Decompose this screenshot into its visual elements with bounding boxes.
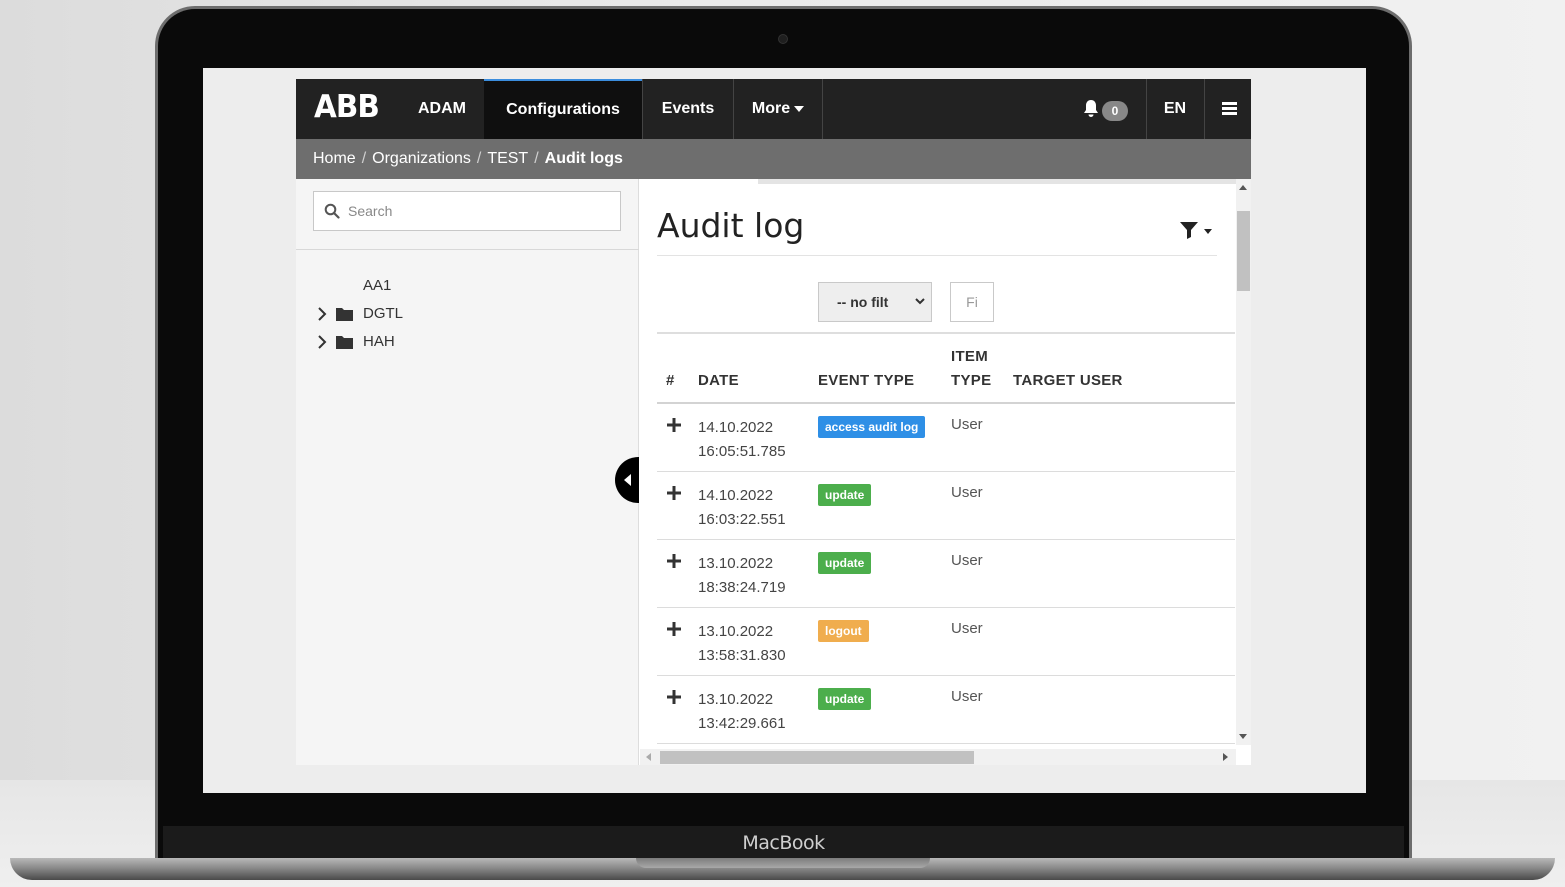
row-date: 13.10.2022: [698, 623, 774, 640]
event-type-badge: access audit log: [818, 416, 926, 438]
search-box[interactable]: [313, 191, 621, 231]
scroll-up-arrow-icon[interactable]: [1239, 185, 1247, 190]
laptop-base-notch: [636, 858, 930, 868]
notification-count-badge: 0: [1102, 101, 1128, 121]
tree-item-label: HAH: [363, 333, 395, 350]
laptop-screen: ABB ADAM Configurations Events More 0 EN: [203, 68, 1366, 793]
caret-down-icon: [794, 105, 805, 112]
column-header-event-type[interactable]: EVENT TYPE: [818, 372, 914, 389]
collapse-sidebar-button[interactable]: [615, 457, 639, 503]
table-top-border: [657, 332, 1235, 334]
nav-item-adam[interactable]: ADAM: [404, 79, 480, 139]
sidebar-divider: [296, 249, 639, 250]
language-selector[interactable]: EN: [1147, 79, 1203, 139]
row-item-type: User: [951, 688, 983, 705]
event-type-badge: update: [818, 484, 872, 506]
row-datetime: 13.10.2022 13:42:29.661: [698, 688, 786, 736]
row-datetime: 14.10.2022 16:05:51.785: [698, 416, 786, 464]
row-datetime: 13.10.2022 13:58:31.830: [698, 620, 786, 668]
chevron-down-icon: [915, 298, 925, 305]
expand-plus-icon[interactable]: [667, 690, 681, 704]
hamburger-menu-icon[interactable]: [1222, 102, 1237, 116]
column-header-date[interactable]: DATE: [698, 372, 739, 389]
chevron-right-icon[interactable]: [316, 335, 328, 349]
vertical-scrollbar[interactable]: [1236, 179, 1251, 745]
table-row[interactable]: 13.10.2022 13:42:29.661 update User: [657, 676, 1235, 744]
caret-down-icon[interactable]: [1204, 229, 1212, 234]
breadcrumb-audit-logs: Audit logs: [544, 150, 623, 167]
search-icon: [324, 203, 340, 219]
abb-logo[interactable]: ABB: [314, 89, 380, 125]
row-date: 14.10.2022: [698, 487, 774, 504]
folder-icon: [336, 308, 353, 321]
breadcrumb: Home / Organizations / TEST / Audit logs: [296, 139, 1251, 179]
nav-item-configurations[interactable]: Configurations: [484, 79, 642, 139]
title-divider: [657, 255, 1217, 256]
filter-icon[interactable]: [1179, 221, 1199, 239]
row-time: 16:05:51.785: [698, 443, 786, 460]
camera-icon: [778, 34, 788, 44]
content-top-border: [758, 179, 1251, 184]
nav-item-more[interactable]: More: [734, 79, 822, 139]
row-date: 13.10.2022: [698, 555, 774, 572]
row-item-type: User: [951, 484, 983, 501]
horizontal-scrollbar[interactable]: [640, 749, 1236, 765]
nav-separator: [822, 79, 823, 139]
tree-item-label: DGTL: [363, 305, 404, 322]
expand-plus-icon[interactable]: [667, 622, 681, 636]
filter-button[interactable]: Fi: [950, 282, 994, 322]
row-date: 13.10.2022: [698, 691, 774, 708]
page-title: Audit log: [657, 206, 805, 245]
top-navbar: ABB ADAM Configurations Events More 0 EN: [296, 79, 1251, 139]
event-filter-select[interactable]: -- no filt: [818, 282, 932, 322]
scrollbar-thumb[interactable]: [660, 751, 974, 764]
column-header-number: #: [666, 372, 675, 389]
search-input[interactable]: [348, 200, 608, 222]
event-type-badge: update: [818, 688, 872, 710]
scroll-down-arrow-icon[interactable]: [1239, 734, 1247, 739]
sidebar: AA1 DGTL HAH: [296, 179, 639, 765]
folder-icon: [336, 336, 353, 349]
event-type-badge: logout: [818, 620, 869, 642]
column-header-item-type-line2[interactable]: TYPE: [951, 372, 991, 389]
breadcrumb-test[interactable]: TEST: [487, 150, 528, 167]
expand-plus-icon[interactable]: [667, 418, 681, 432]
expand-plus-icon[interactable]: [667, 486, 681, 500]
nav-item-events[interactable]: Events: [643, 79, 733, 139]
row-time: 16:03:22.551: [698, 511, 786, 528]
device-label: MacBook: [742, 832, 825, 854]
row-item-type: User: [951, 552, 983, 569]
table-row[interactable]: 13.10.2022 13:58:31.830 logout User: [657, 608, 1235, 676]
column-header-target-user[interactable]: TARGET USER: [1013, 372, 1123, 389]
expand-plus-icon[interactable]: [667, 554, 681, 568]
row-time: 13:58:31.830: [698, 647, 786, 664]
app-window: ABB ADAM Configurations Events More 0 EN: [296, 79, 1251, 765]
table-row[interactable]: 14.10.2022 16:05:51.785 access audit log Us…: [657, 404, 1235, 472]
row-time: 18:38:24.719: [698, 579, 786, 596]
breadcrumb-organizations[interactable]: Organizations: [372, 150, 471, 167]
row-time: 13:42:29.661: [698, 715, 786, 732]
tree-item-label: AA1: [363, 277, 392, 294]
chevron-right-icon[interactable]: [316, 307, 328, 321]
main-content: Audit log -- no filt Fi # DATE EVENT TYP…: [640, 179, 1251, 765]
bell-icon[interactable]: [1082, 99, 1100, 119]
column-header-item-type-line1[interactable]: ITEM: [951, 348, 988, 365]
table-row[interactable]: 13.10.2022 18:38:24.719 update User: [657, 540, 1235, 608]
row-item-type: User: [951, 416, 983, 433]
scroll-left-arrow-icon[interactable]: [646, 753, 651, 761]
row-date: 14.10.2022: [698, 419, 774, 436]
nav-item-more-label: More: [751, 100, 791, 117]
row-datetime: 13.10.2022 18:38:24.719: [698, 552, 786, 600]
scrollbar-thumb[interactable]: [1237, 211, 1250, 291]
row-item-type: User: [951, 620, 983, 637]
event-type-badge: update: [818, 552, 872, 574]
scroll-right-arrow-icon[interactable]: [1223, 753, 1228, 761]
table-row[interactable]: 14.10.2022 16:03:22.551 update User: [657, 472, 1235, 540]
event-filter-value: -- no filt: [837, 294, 889, 310]
caret-left-icon: [624, 474, 631, 486]
row-datetime: 14.10.2022 16:03:22.551: [698, 484, 786, 532]
breadcrumb-home[interactable]: Home: [313, 150, 356, 167]
nav-separator: [1204, 79, 1205, 139]
